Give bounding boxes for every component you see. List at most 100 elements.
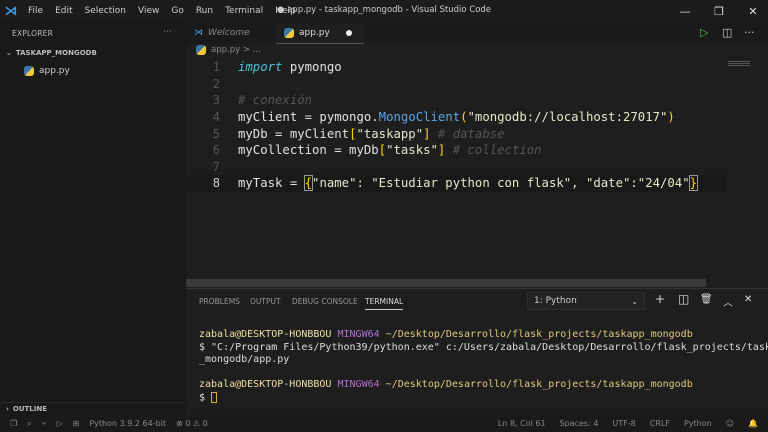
outline-label: OUTLINE <box>12 405 48 413</box>
menu-file[interactable]: File <box>22 6 49 16</box>
file-app-py[interactable]: app.py <box>0 62 186 80</box>
terminal-output[interactable]: zabala@DESKTOP-HONBBOU MINGW64 ~/Desktop… <box>199 329 768 405</box>
bracket: ( <box>460 110 468 125</box>
code-line: 5 myDb = myClient["taskapp"] # databse <box>186 125 726 142</box>
new-terminal-icon[interactable]: + <box>655 292 665 306</box>
terminal-select-value: 1: Python <box>534 296 577 306</box>
chevron-right-icon: › <box>6 405 9 413</box>
menu-help[interactable]: Help <box>269 6 302 16</box>
menu-selection[interactable]: Selection <box>79 6 132 16</box>
tab-output[interactable]: OUTPUT <box>250 297 281 306</box>
outline-section[interactable]: › OUTLINE <box>0 402 186 415</box>
trash-icon[interactable]: 🗑 <box>700 294 713 305</box>
code-editor[interactable]: 1 import pymongo 2 3 # conexión 4 myClient … <box>186 59 726 192</box>
indentation[interactable]: Spaces: 4 <box>560 419 599 428</box>
tab-label: Welcome <box>208 28 250 38</box>
terminal-command-cont: _mongodb/app.py <box>199 354 290 365</box>
line-number: 8 <box>212 176 220 191</box>
files-icon[interactable]: ❐ <box>10 419 17 428</box>
close-icon[interactable]: ✕ <box>736 0 768 22</box>
bracket: ) <box>667 110 675 125</box>
breadcrumb-rest[interactable]: > ... <box>243 45 261 55</box>
language-mode[interactable]: Python <box>684 419 712 428</box>
vscode-icon: ⋊ <box>194 28 203 38</box>
chevron-down-icon: ⌄ <box>631 296 638 306</box>
vscode-logo-icon: ⋊ <box>4 3 18 19</box>
maximize-panel-icon[interactable]: ︿ <box>723 294 733 309</box>
folder-taskapp-mongodb[interactable]: ⌄ TASKAPP_MONGODB <box>0 44 186 62</box>
more-actions-icon[interactable]: ··· <box>163 27 172 37</box>
tab-debug-console[interactable]: DEBUG CONSOLE <box>292 297 358 306</box>
breadcrumb-file[interactable]: app.py <box>211 45 240 55</box>
string: "tasks" <box>386 143 438 158</box>
line-number: 3 <box>212 93 220 108</box>
bracket: } <box>688 175 699 192</box>
split-editor-icon[interactable]: ◫ <box>722 26 732 39</box>
code-line-current: 8 myTask = {"name": "Estudiar python con … <box>186 175 726 192</box>
minimap[interactable] <box>728 58 768 284</box>
bottom-panel: PROBLEMS OUTPUT DEBUG CONSOLE TERMINAL 1… <box>186 288 768 415</box>
menu-view[interactable]: View <box>132 6 165 16</box>
feedback-icon[interactable]: ☺ <box>726 419 734 428</box>
source-control-icon[interactable]: ⑂ <box>42 419 47 428</box>
bracket: [ <box>349 126 357 141</box>
string: "name": "Estudiar python con flask", "da… <box>312 176 690 191</box>
comment: # conexión <box>238 93 313 108</box>
menu-edit[interactable]: Edit <box>49 6 78 16</box>
encoding[interactable]: UTF-8 <box>612 419 635 428</box>
terminal-user: zabala@DESKTOP-HONBBOU <box>199 379 332 390</box>
line-ending[interactable]: CRLF <box>650 419 670 428</box>
breadcrumb: app.py > ... <box>196 45 261 55</box>
close-panel-icon[interactable]: ✕ <box>744 294 752 305</box>
tab-problems[interactable]: PROBLEMS <box>199 297 240 306</box>
string: "taskapp" <box>356 126 424 141</box>
code-line: 7 <box>186 159 726 176</box>
python-file-icon <box>24 66 34 76</box>
line-number: 5 <box>212 126 220 141</box>
more-actions-icon[interactable]: ··· <box>744 26 755 39</box>
menu-terminal[interactable]: Terminal <box>219 6 269 16</box>
comment: # databse <box>430 126 505 141</box>
run-python-icon[interactable]: ▷ <box>700 26 708 39</box>
code-line: 3 # conexión <box>186 92 726 109</box>
code-text: pymongo <box>282 60 342 75</box>
explorer-header: EXPLORER <box>12 28 53 38</box>
split-terminal-icon[interactable]: ◫ <box>678 292 689 306</box>
line-number: 6 <box>212 143 220 158</box>
unsaved-dot-icon[interactable] <box>346 29 352 36</box>
tab-welcome[interactable]: ⋊ Welcome <box>186 22 276 44</box>
line-number: 4 <box>212 110 220 125</box>
terminal-path: ~/Desktop/Desarrollo/flask_projects/task… <box>385 329 693 340</box>
explorer-sidebar: EXPLORER ··· ⌄ TASKAPP_MONGODB app.py <box>0 22 186 415</box>
search-icon[interactable]: ⌕ <box>27 419 31 429</box>
python-interpreter[interactable]: Python 3.9.2 64-bit <box>89 419 166 428</box>
tab-label: app.py <box>299 27 330 38</box>
bracket: [ <box>378 143 387 158</box>
extensions-icon[interactable]: ⊞ <box>73 419 80 428</box>
terminal-select[interactable]: 1: Python ⌄ <box>527 292 645 310</box>
menu-go[interactable]: Go <box>165 6 189 16</box>
code-text: myTask = <box>238 176 305 191</box>
tab-terminal[interactable]: TERMINAL <box>365 297 404 310</box>
horizontal-scrollbar[interactable] <box>186 279 706 287</box>
bracket: ] <box>423 126 431 141</box>
code-line: 6 myCollection = myDb["tasks"] # collecti… <box>186 142 726 159</box>
minimize-icon[interactable]: — <box>668 0 702 22</box>
editor-tabs: ⋊ Welcome app.py ▷ ◫ ··· <box>186 22 768 44</box>
terminal-env: MINGW64 <box>337 329 380 340</box>
folder-label: TASKAPP_MONGODB <box>15 49 97 57</box>
tab-app-py[interactable]: app.py <box>276 22 364 44</box>
restore-icon[interactable]: ❐ <box>702 0 736 22</box>
notifications-icon[interactable]: 🔔 <box>748 419 758 428</box>
keyword: import <box>238 60 283 75</box>
debug-icon[interactable]: ▷ <box>56 419 62 428</box>
line-number: 2 <box>212 76 220 91</box>
menu-run[interactable]: Run <box>190 6 219 16</box>
problems-count[interactable]: ⊗ 0 ⚠ 0 <box>176 419 208 428</box>
terminal-path: ~/Desktop/Desarrollo/flask_projects/task… <box>385 379 693 390</box>
cursor-position[interactable]: Ln 8, Col 61 <box>498 419 546 428</box>
terminal-user: zabala@DESKTOP-HONBBOU <box>199 329 332 340</box>
code-line: 1 import pymongo <box>186 59 726 76</box>
terminal-prompt: $ <box>199 392 212 403</box>
terminal-cursor <box>211 391 218 403</box>
